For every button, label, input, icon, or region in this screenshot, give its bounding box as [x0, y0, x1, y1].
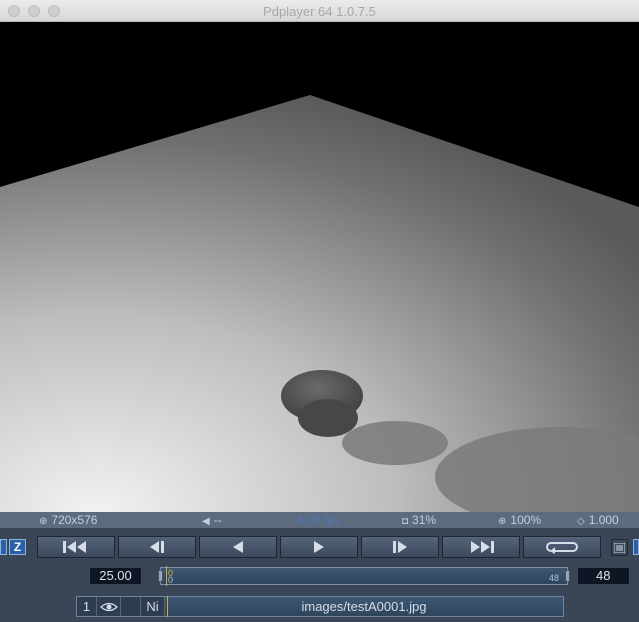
go-to-start-button[interactable] — [37, 536, 115, 558]
zoom-value: 100% — [510, 513, 542, 527]
timeline-row: 25.00 0 0 48 48 — [0, 566, 639, 586]
window-title: Pdplayer 64 1.0.7.5 — [263, 4, 376, 19]
layer-visibility-toggle[interactable] — [97, 597, 121, 616]
magnifier-icon: ⊕ — [498, 516, 507, 527]
view-mode-right-button[interactable] — [633, 539, 639, 555]
timeline-end-marker: 48 — [548, 573, 559, 583]
layer-row[interactable]: 1 Ni images/testA0001.jpg — [76, 596, 564, 617]
layer-blend-mode[interactable]: Ni — [141, 597, 165, 616]
skip-end-icon — [471, 541, 494, 553]
aspect-value: 1.000 — [588, 513, 619, 527]
transport-bar: Z — [0, 534, 639, 560]
skip-start-icon — [63, 541, 86, 553]
audio-value: -- — [213, 513, 222, 527]
end-frame-input[interactable]: 48 — [577, 567, 630, 585]
fps-readout: 4.00 fps — [297, 513, 340, 527]
aspect-icon: ◇ — [577, 516, 585, 527]
layer-file-name[interactable]: images/testA0001.jpg — [165, 596, 563, 617]
step-forward-icon — [393, 541, 407, 553]
audio-readout: ◀ -- — [202, 513, 222, 527]
speaker-icon: ◀ — [202, 516, 210, 527]
layer-lock-toggle[interactable] — [121, 597, 141, 616]
play-backward-button[interactable] — [199, 536, 277, 558]
timeline-start-handle[interactable] — [158, 570, 163, 582]
loop-button[interactable] — [523, 536, 601, 558]
crosshair-icon: ⊕ — [39, 516, 48, 527]
play-forward-button[interactable] — [280, 536, 358, 558]
title-bar: Pdplayer 64 1.0.7.5 — [0, 0, 639, 22]
playhead[interactable] — [166, 566, 167, 586]
z-mode-button[interactable]: Z — [9, 539, 26, 555]
info-bar: ⊕ 720x576 ◀ -- 4.00 fps ◘ 31% ⊕ 100% ◇ 1.000 — [0, 512, 639, 528]
view-mode-left-button[interactable] — [0, 539, 7, 555]
timeline-end-handle[interactable] — [565, 570, 570, 582]
cache-readout: ◘ 31% — [402, 513, 436, 527]
list-icon — [614, 542, 625, 553]
layer-file-label: images/testA0001.jpg — [301, 599, 427, 614]
go-to-end-button[interactable] — [442, 536, 520, 558]
step-forward-button[interactable] — [361, 536, 439, 558]
resolution-readout: ⊕ 720x576 — [39, 513, 97, 527]
eye-icon — [99, 602, 118, 612]
timeline-scrubber[interactable]: 0 0 48 — [158, 566, 570, 586]
fps-input[interactable]: 25.00 — [89, 567, 142, 585]
resolution-value: 720x576 — [51, 513, 98, 527]
cache-icon: ◘ — [402, 516, 409, 527]
timeline-start-marker-bottom: 0 — [168, 575, 174, 585]
cache-value: 31% — [412, 513, 437, 527]
layer-playhead — [167, 596, 168, 617]
loop-icon — [546, 542, 578, 554]
image-viewport[interactable] — [0, 22, 639, 512]
play-icon — [314, 541, 324, 553]
rendered-frame — [0, 22, 639, 512]
zoom-readout[interactable]: ⊕ 100% — [498, 513, 541, 527]
step-back-icon — [150, 541, 164, 553]
step-back-button[interactable] — [118, 536, 196, 558]
play-backward-icon — [233, 541, 243, 553]
layer-index: 1 — [77, 597, 97, 616]
aspect-readout[interactable]: ◇ 1.000 — [577, 513, 619, 527]
playlist-menu-button[interactable] — [611, 539, 628, 556]
